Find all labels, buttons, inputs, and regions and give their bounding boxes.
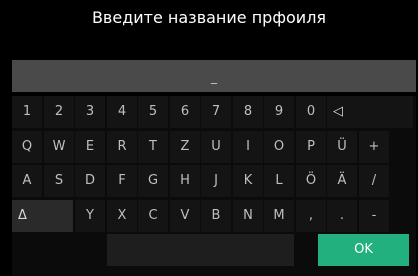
space-key[interactable] xyxy=(107,234,294,266)
key-U[interactable]: U xyxy=(201,131,231,163)
key-Y[interactable]: Y xyxy=(75,200,105,232)
key-A[interactable]: A xyxy=(12,165,42,197)
key-R[interactable]: R xyxy=(107,131,137,163)
key-+[interactable]: + xyxy=(359,131,389,163)
key-J[interactable]: J xyxy=(201,165,231,197)
key-D[interactable]: D xyxy=(75,165,105,197)
key-7[interactable]: 7 xyxy=(201,96,231,128)
key-N[interactable]: N xyxy=(233,200,263,232)
key-4[interactable]: 4 xyxy=(107,96,137,128)
key-B[interactable]: B xyxy=(201,200,231,232)
key-9[interactable]: 9 xyxy=(264,96,294,128)
key-1[interactable]: 1 xyxy=(12,96,42,128)
key-Ü[interactable]: Ü xyxy=(327,131,357,163)
key-L[interactable]: L xyxy=(264,165,294,197)
key-V[interactable]: V xyxy=(170,200,200,232)
key-I[interactable]: I xyxy=(233,131,263,163)
key-O[interactable]: O xyxy=(264,131,294,163)
key-3[interactable]: 3 xyxy=(75,96,105,128)
key-Q[interactable]: Q xyxy=(12,131,42,163)
key-dash[interactable]: - xyxy=(359,200,389,232)
key-5[interactable]: 5 xyxy=(138,96,168,128)
on-screen-keyboard: 1 2 3 4 5 6 7 8 9 0 ◁ Q W E R T Z U I O P Ü + A S D F G H J K L Ö Ä / Δ Y X C V… xyxy=(12,96,416,276)
key-F[interactable]: F xyxy=(107,165,137,197)
key-T[interactable]: T xyxy=(138,131,168,163)
key-0[interactable]: 0 xyxy=(296,96,326,128)
key-X[interactable]: X xyxy=(107,200,137,232)
shift-key[interactable]: Δ xyxy=(12,200,73,232)
key-8[interactable]: 8 xyxy=(233,96,263,128)
key-2[interactable]: 2 xyxy=(44,96,74,128)
key-C[interactable]: C xyxy=(138,200,168,232)
text-cursor: _ xyxy=(211,70,217,84)
key-M[interactable]: M xyxy=(264,200,294,232)
key-period[interactable]: . xyxy=(327,200,357,232)
key-Ö[interactable]: Ö xyxy=(296,165,326,197)
key-Z[interactable]: Z xyxy=(170,131,200,163)
key-E[interactable]: E xyxy=(75,131,105,163)
key-Ä[interactable]: Ä xyxy=(327,165,357,197)
key-comma[interactable]: , xyxy=(296,200,326,232)
key-P[interactable]: P xyxy=(296,131,326,163)
backspace-key[interactable]: ◁ xyxy=(327,96,413,128)
key-G[interactable]: G xyxy=(138,165,168,197)
key-6[interactable]: 6 xyxy=(170,96,200,128)
key-H[interactable]: H xyxy=(170,165,200,197)
page-title: Введите название прфоиля xyxy=(91,8,327,27)
ok-button[interactable]: OK xyxy=(318,234,409,266)
key-W[interactable]: W xyxy=(44,131,74,163)
key-K[interactable]: K xyxy=(233,165,263,197)
profile-name-input[interactable]: _ xyxy=(12,60,416,92)
key-/[interactable]: / xyxy=(359,165,389,197)
key-S[interactable]: S xyxy=(44,165,74,197)
